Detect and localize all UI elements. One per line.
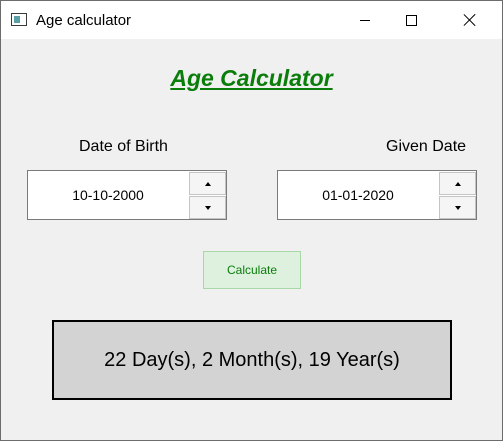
given-date-input[interactable]: 01-01-2020 — [278, 171, 438, 219]
given-increment-button[interactable] — [439, 172, 476, 195]
given-decrement-button[interactable] — [439, 196, 476, 219]
chevron-up-icon — [204, 181, 211, 186]
close-button[interactable] — [447, 1, 493, 39]
dob-date-input[interactable]: 10-10-2000 — [28, 171, 188, 219]
given-date-spinbox[interactable]: 01-01-2020 — [277, 170, 477, 220]
app-window: Age calculator Age Calculator Date of Bi… — [0, 0, 503, 441]
maximize-button[interactable] — [388, 1, 434, 39]
chevron-down-icon — [454, 205, 461, 210]
given-date-label: Given Date — [386, 138, 467, 155]
chevron-up-icon — [454, 181, 461, 186]
window-title: Age calculator — [36, 12, 132, 29]
app-window-icon — [11, 13, 27, 26]
dob-decrement-button[interactable] — [189, 196, 226, 219]
minimize-button[interactable] — [342, 1, 388, 39]
page-title: Age Calculator — [170, 65, 333, 91]
title-bar[interactable]: Age calculator — [1, 1, 502, 39]
result-display: 22 Day(s), 2 Month(s), 19 Year(s) — [52, 320, 452, 400]
close-icon — [463, 13, 477, 27]
dob-label: Date of Birth — [79, 138, 168, 155]
calculate-button[interactable]: Calculate — [203, 251, 301, 289]
dob-date-spinbox[interactable]: 10-10-2000 — [27, 170, 227, 220]
maximize-icon — [405, 14, 417, 26]
dob-increment-button[interactable] — [189, 172, 226, 195]
minimize-icon — [360, 19, 370, 21]
chevron-down-icon — [204, 205, 211, 210]
